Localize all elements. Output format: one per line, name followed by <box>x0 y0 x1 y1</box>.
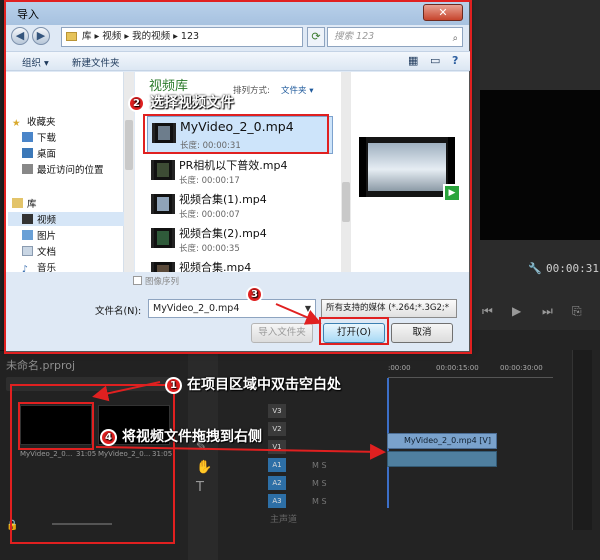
arrow-step3 <box>275 303 322 325</box>
arrow-step1 <box>92 381 161 402</box>
arrow-step4 <box>95 443 386 460</box>
annotation-arrows <box>92 303 386 460</box>
